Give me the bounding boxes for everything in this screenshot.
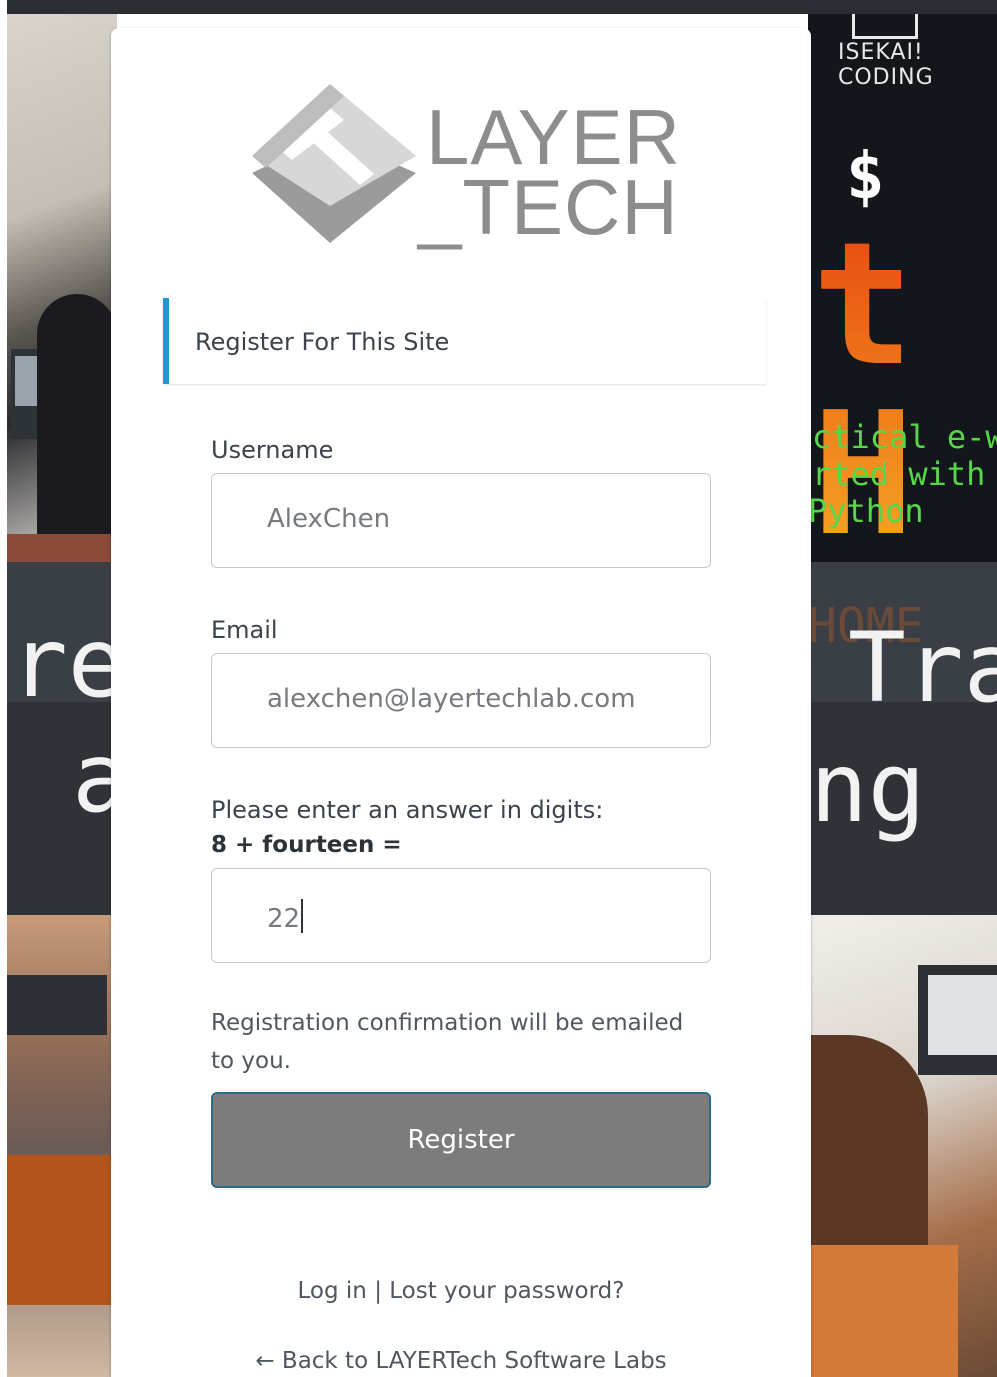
captcha-input[interactable]: 22 bbox=[211, 868, 711, 963]
register-button[interactable]: Register bbox=[211, 1092, 711, 1188]
username-value: AlexChen bbox=[267, 504, 391, 534]
code-logo-icon bbox=[852, 14, 918, 39]
email-input[interactable]: alexchen@layertechlab.com bbox=[211, 653, 711, 748]
code-line-2: rted with bbox=[812, 455, 986, 493]
left-edge-strip bbox=[0, 0, 7, 1377]
code-panel-title: ISEKAI! CODING bbox=[838, 40, 934, 90]
banner-text-right-bottom: ng bbox=[810, 732, 926, 844]
photo-person bbox=[37, 294, 117, 534]
banner-text-right-top: Tra bbox=[848, 612, 997, 724]
register-notice: Register For This Site bbox=[163, 298, 766, 384]
email-label: Email bbox=[211, 616, 278, 644]
photo-shirt bbox=[808, 1245, 958, 1377]
captcha-value-wrap: 22 bbox=[267, 899, 304, 934]
browser-top-bar bbox=[0, 0, 997, 14]
nav-separator: | bbox=[374, 1278, 382, 1304]
banner-text-left-top: re bbox=[10, 607, 126, 719]
login-link[interactable]: Log in bbox=[298, 1278, 367, 1304]
email-value: alexchen@layertechlab.com bbox=[267, 684, 636, 714]
photo-arm bbox=[808, 1035, 928, 1255]
back-to-site-link[interactable]: ← Back to LAYERTech Software Labs bbox=[255, 1348, 666, 1374]
captcha-question: 8 + fourteen = bbox=[211, 832, 402, 858]
back-to-site-wrap: ← Back to LAYERTech Software Labs bbox=[111, 1348, 811, 1374]
photo-laptop-screen bbox=[928, 975, 997, 1055]
captcha-label: Please enter an answer in digits: bbox=[211, 796, 604, 824]
background-photo-laptop-left bbox=[7, 915, 117, 1377]
auth-nav-links: Log in | Lost your password? bbox=[111, 1278, 811, 1304]
username-input[interactable]: AlexChen bbox=[211, 473, 711, 568]
lost-password-link[interactable]: Lost your password? bbox=[389, 1278, 624, 1304]
registration-info-text: Registration confirmation will be emaile… bbox=[211, 1010, 684, 1074]
code-line-1: ctical e-w bbox=[812, 418, 997, 456]
code-line-3: Python bbox=[808, 492, 924, 530]
text-caret bbox=[301, 899, 304, 933]
register-notice-text: Register For This Site bbox=[195, 328, 450, 356]
username-label: Username bbox=[211, 436, 334, 464]
captcha-value: 22 bbox=[267, 904, 301, 934]
logo-text-line-2: _TECH bbox=[418, 163, 679, 251]
background-photo-office bbox=[7, 14, 117, 574]
photo-shirt bbox=[7, 1155, 117, 1305]
dollar-icon: $ bbox=[846, 140, 885, 214]
background-photo-laptop-right bbox=[808, 915, 997, 1377]
photo-laptop bbox=[7, 975, 107, 1035]
